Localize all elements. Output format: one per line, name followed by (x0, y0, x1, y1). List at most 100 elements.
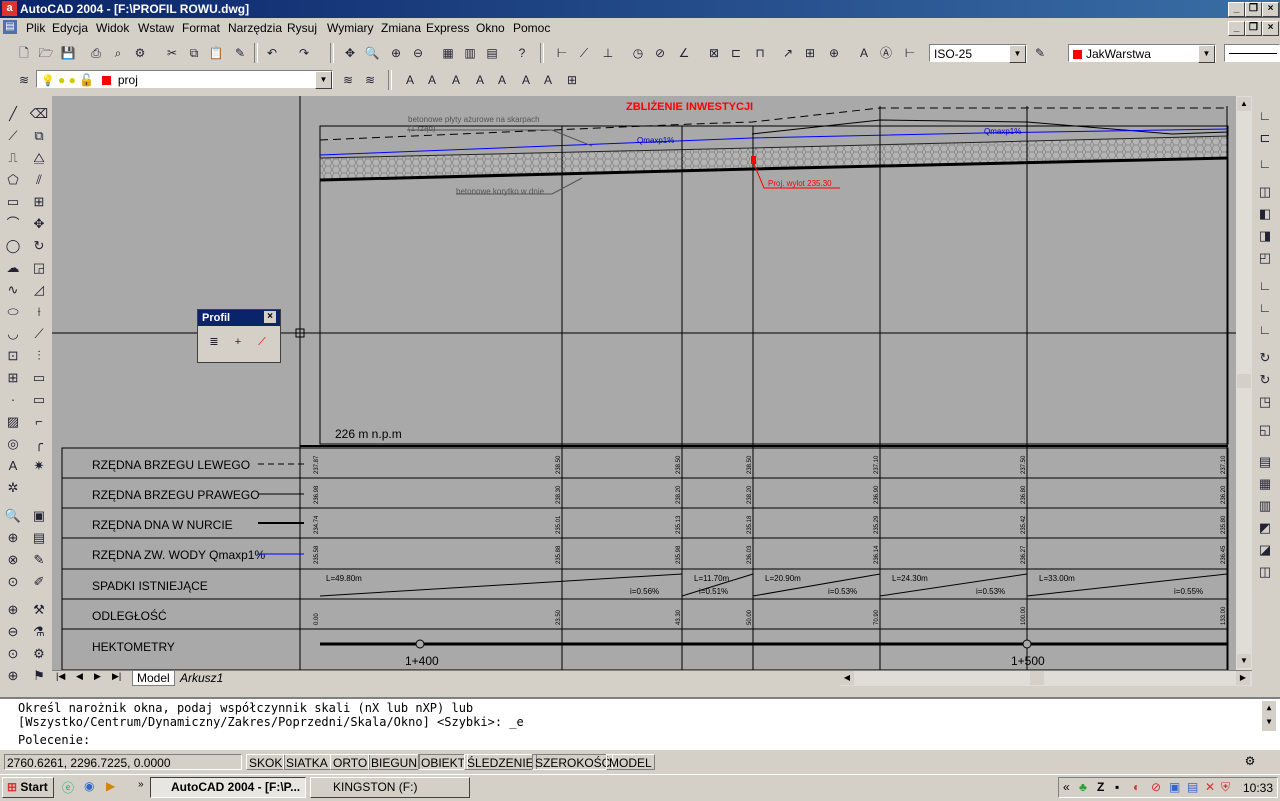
trim-icon[interactable]: ⟊ (29, 302, 49, 322)
erase-icon[interactable]: ⌫ (29, 104, 49, 124)
zoom-extents-icon[interactable]: ⊕ (3, 666, 23, 686)
tab-prev-icon[interactable]: ◀ (76, 671, 83, 682)
undo-icon[interactable]: ↶ (262, 43, 282, 63)
angular-dimension-icon[interactable]: ∠ (674, 43, 694, 63)
ucs-z-icon[interactable]: ↻ (1255, 370, 1275, 390)
media-player-icon[interactable]: ▶ (106, 779, 115, 793)
polyline-icon[interactable]: ⎍ (3, 148, 23, 168)
polar-toggle[interactable]: BIEGUN (368, 754, 421, 770)
text-style-icon[interactable]: A (492, 70, 512, 90)
menu-wstaw[interactable]: Wstaw (138, 21, 174, 35)
menu-pomoc[interactable]: Pomoc (513, 21, 550, 35)
tool-a-icon[interactable]: ⚒ (29, 600, 49, 620)
doc-close-button[interactable]: × (1262, 21, 1279, 36)
ortho-toggle[interactable]: ORTO (330, 754, 371, 770)
move-icon[interactable]: ✥ (29, 214, 49, 234)
line-icon[interactable]: ╱ (3, 104, 23, 124)
justify-text-icon[interactable]: A (538, 70, 558, 90)
vertical-scrollbar[interactable]: ▲ ▼ (1236, 96, 1252, 670)
zoom-window-side-icon[interactable]: ⊕ (3, 528, 23, 548)
publish-icon[interactable]: ⚙ (130, 43, 150, 63)
hatch-icon[interactable]: ▨ (3, 412, 23, 432)
scale-text-icon[interactable]: A (516, 70, 536, 90)
tray-alert-icon[interactable]: ⛨ (1221, 780, 1230, 795)
ucs-apply-icon[interactable]: ◳ (1255, 392, 1275, 412)
tab-next-icon[interactable]: ▶ (94, 671, 101, 682)
insert-block-icon[interactable]: ⊡ (3, 346, 23, 366)
pan-icon[interactable]: ✥ (340, 43, 360, 63)
cut-icon[interactable]: ✂ (162, 43, 182, 63)
convert-units-icon[interactable]: ⊞ (562, 70, 582, 90)
match-properties-icon[interactable]: ✎ (230, 43, 250, 63)
tray-security-icon[interactable]: ✕ (1205, 780, 1215, 794)
tab-arkusz1[interactable]: Arkusz1 (176, 671, 227, 685)
doc-minimize-button[interactable]: _ (1228, 21, 1245, 36)
close-button[interactable]: × (1262, 2, 1279, 17)
tab-first-icon[interactable]: |◀ (56, 671, 65, 682)
extend-icon[interactable]: ⟋ (29, 324, 49, 344)
zoom-dynamic-icon[interactable]: ⊗ (3, 550, 23, 570)
make-layer-current-icon[interactable]: ≋ (338, 70, 358, 90)
menu-narzedzia[interactable]: Narzędzia (228, 21, 282, 35)
ucs-y-icon[interactable]: ↻ (1255, 348, 1275, 368)
restore-button[interactable]: ❐ (1245, 2, 1262, 17)
color-select[interactable]: JakWarstwa ▼ (1068, 44, 1216, 63)
menu-format[interactable]: Format (182, 21, 220, 35)
fillet-icon[interactable]: ⌐ (29, 412, 49, 432)
minimize-button[interactable]: _ (1228, 2, 1245, 17)
grid-toggle[interactable]: SIATKA (283, 754, 331, 770)
menu-widok[interactable]: Widok (96, 21, 129, 35)
task-autocad[interactable]: AutoCAD 2004 - [F:\P... (150, 777, 306, 798)
scroll-down-icon[interactable]: ▼ (1237, 654, 1251, 668)
new-icon[interactable]: 🗋 (14, 43, 34, 63)
tray-settings-icon[interactable]: ⚙ (1240, 754, 1260, 770)
menu-rysuj[interactable]: Rysuj (287, 21, 317, 35)
array-icon[interactable]: ⊞ (29, 192, 49, 212)
spline-icon[interactable]: ∿ (3, 280, 23, 300)
rotate-icon[interactable]: ↻ (29, 236, 49, 256)
menu-express[interactable]: Express (426, 21, 469, 35)
sun-icon[interactable]: ● (58, 73, 65, 87)
save-icon[interactable]: 💾 (58, 43, 78, 63)
polygon-icon[interactable]: ⬠ (3, 170, 23, 190)
scroll-right-icon[interactable]: ▶ (1236, 671, 1250, 685)
ucs-previous-icon[interactable]: ∟ (1255, 154, 1275, 174)
continue-dimension-icon[interactable]: ⊓ (750, 43, 770, 63)
tab-last-icon[interactable]: ▶| (112, 671, 121, 682)
chevron-down-icon[interactable]: ▼ (1198, 45, 1215, 63)
tolerance-icon[interactable]: ⊞ (800, 43, 820, 63)
tool-b-icon[interactable]: ⚗ (29, 622, 49, 642)
menu-plik[interactable]: Plik (26, 21, 45, 35)
menu-okno[interactable]: Okno (476, 21, 505, 35)
layout-tool-f-icon[interactable]: ◫ (1255, 562, 1275, 582)
ucs-icon[interactable]: ∟ (1255, 106, 1275, 126)
design-center-icon[interactable]: ▥ (460, 43, 480, 63)
osnap-toggle[interactable]: OBIEKT (418, 754, 469, 770)
ucs-z-axis-icon[interactable]: ∟ (1255, 276, 1275, 296)
layer-manager-icon[interactable]: ≋ (14, 70, 34, 90)
tab-model[interactable]: Model (132, 671, 175, 686)
inquiry-icon[interactable]: ✎ (29, 550, 49, 570)
stretch-icon[interactable]: ◿ (29, 280, 49, 300)
tray-shield-icon[interactable]: ⊘ (1151, 780, 1161, 794)
zoom-scale-icon[interactable]: ⊙ (3, 572, 23, 592)
leader-icon[interactable]: ↗ (778, 43, 798, 63)
menu-edycja[interactable]: Edycja (52, 21, 88, 35)
break-icon[interactable]: ⫶ (29, 346, 49, 366)
construction-line-icon[interactable]: ⟋ (3, 126, 23, 146)
profil-point-icon[interactable]: + (228, 332, 248, 352)
chevron-down-icon[interactable]: ▼ (1009, 45, 1026, 63)
copy-icon[interactable]: ⧉ (184, 43, 204, 63)
properties-icon[interactable]: ▦ (438, 43, 458, 63)
scroll-left-icon[interactable]: ◀ (840, 671, 854, 685)
tool-c-icon[interactable]: ⚙ (29, 644, 49, 664)
command-window[interactable]: Określ narożnik okna, podaj współczynnik… (0, 697, 1280, 751)
ellipse-icon[interactable]: ⬭ (3, 302, 23, 322)
profil-toolbar[interactable]: Profil × ≣ + ⟋ (197, 309, 281, 363)
fillet-round-icon[interactable]: ╭ (29, 434, 49, 454)
text-icon[interactable]: A (400, 70, 420, 90)
scale-icon[interactable]: ◲ (29, 258, 49, 278)
region-icon[interactable]: ◎ (3, 434, 23, 454)
tray-network-icon[interactable]: ♣ (1079, 780, 1087, 794)
dimension-update-icon[interactable]: ⊢ (900, 43, 920, 63)
